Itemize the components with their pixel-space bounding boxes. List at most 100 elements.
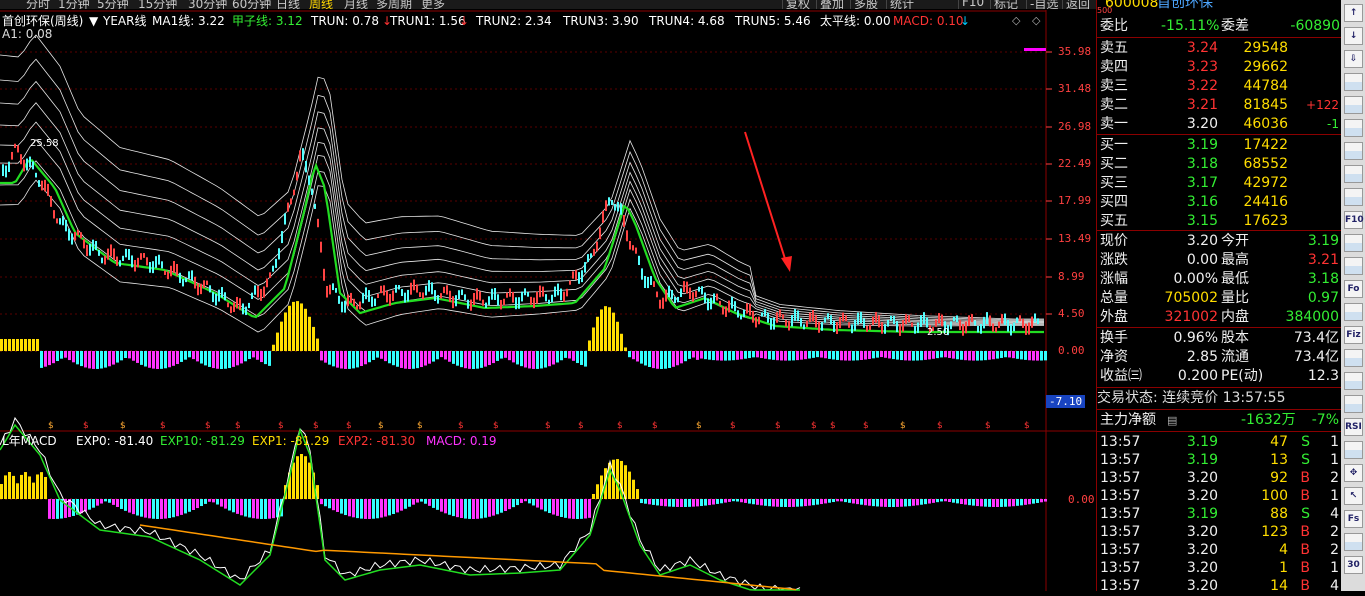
macd-legend: L年MACD EXP0: -81.40 EXP10: -81.29 EXP1: -8… bbox=[0, 433, 1046, 449]
macd-bar bbox=[616, 321, 619, 351]
macd2-bar bbox=[760, 499, 763, 506]
candle bbox=[926, 317, 928, 328]
tick-row[interactable]: 13:57 3.19 47 S 1 bbox=[1097, 433, 1342, 452]
list-icon[interactable]: ▤ bbox=[1167, 411, 1177, 430]
tick-row[interactable]: 13:57 3.19 13 S 1 bbox=[1097, 451, 1342, 470]
candle bbox=[752, 310, 754, 323]
stat-row[interactable]: 净资 2.85 流通 73.4亿 bbox=[1097, 348, 1342, 367]
stat-row[interactable]: 总量 705002 量比 0.97 bbox=[1097, 289, 1342, 308]
stat-row[interactable]: 涨跌 0.00 最高 3.21 bbox=[1097, 251, 1342, 270]
toolbar-icon[interactable]: ↖ bbox=[1344, 487, 1363, 505]
tick-row[interactable]: 13:57 3.20 100 B 1 bbox=[1097, 487, 1342, 506]
tick-count: 2 bbox=[1330, 524, 1339, 540]
macd-bar bbox=[76, 351, 79, 365]
toolbar-icon[interactable] bbox=[1344, 372, 1363, 390]
candle bbox=[599, 227, 601, 240]
macd-bar bbox=[932, 351, 935, 359]
ask-row[interactable]: 卖三 3.22 44784 bbox=[1097, 77, 1342, 96]
toolbar-icon[interactable] bbox=[1344, 441, 1363, 459]
tick-row[interactable]: 13:57 3.20 1 B 1 bbox=[1097, 559, 1342, 578]
kline-chart[interactable]: $ $ $ $ $ $ $ $ $ $ $ $ $ $ $ $ $ $ $ $ $ $ $ $ $ $ $25.582.50◇ ◇ bbox=[0, 0, 1096, 591]
stat-row[interactable]: 外盘 321002 内盘 384000 bbox=[1097, 308, 1342, 327]
price-axis-label: 26.98 bbox=[1058, 120, 1092, 133]
bid-row[interactable]: 买一 3.19 17422 bbox=[1097, 136, 1342, 155]
indicator-name[interactable]: YEAR线 bbox=[103, 13, 146, 29]
stat-row[interactable]: 换手 0.96% 股本 73.4亿 bbox=[1097, 329, 1342, 348]
candle bbox=[965, 321, 967, 334]
macd2-bar bbox=[72, 499, 75, 516]
candle bbox=[410, 282, 412, 295]
macd-bar bbox=[232, 351, 235, 367]
divider bbox=[1097, 230, 1342, 231]
toolbar-icon[interactable]: ↓ bbox=[1344, 27, 1363, 45]
macd-title[interactable]: L年MACD bbox=[2, 433, 57, 449]
toolbar-icon[interactable]: 30 bbox=[1344, 556, 1363, 574]
toolbar-icon[interactable]: RSI bbox=[1344, 418, 1363, 436]
macd-bar bbox=[136, 351, 139, 363]
macd-bar bbox=[752, 351, 755, 358]
macd-bar bbox=[728, 351, 731, 361]
legend-expand-icon[interactable]: ▼ bbox=[89, 13, 98, 29]
ask-row[interactable]: 卖一 3.20 46036 -1 bbox=[1097, 115, 1342, 134]
tick-row[interactable]: 13:57 3.20 4 B 2 bbox=[1097, 541, 1342, 560]
macd2-bar bbox=[924, 499, 927, 505]
ask-row[interactable]: 卖二 3.21 81845 +122 bbox=[1097, 96, 1342, 115]
candle bbox=[320, 241, 322, 253]
bid-row[interactable]: 买三 3.17 42972 bbox=[1097, 174, 1342, 193]
toolbar-icon[interactable] bbox=[1344, 533, 1363, 551]
ask-row[interactable]: 卖五 3.24 29548 bbox=[1097, 39, 1342, 58]
candle bbox=[275, 258, 277, 268]
macd2-bar bbox=[580, 499, 583, 519]
toolbar-icon[interactable]: Fo bbox=[1344, 280, 1363, 298]
toolbar-icon[interactable] bbox=[1344, 96, 1363, 114]
stat-row[interactable]: 涨幅 0.00% 最低 3.18 bbox=[1097, 270, 1342, 289]
toolbar-icon[interactable] bbox=[1344, 257, 1363, 275]
bid-row[interactable]: 买四 3.16 24416 bbox=[1097, 193, 1342, 212]
candle bbox=[539, 285, 541, 298]
toolbar-icon[interactable] bbox=[1344, 188, 1363, 206]
candle bbox=[59, 218, 61, 225]
macd-bar bbox=[216, 351, 219, 369]
toolbar-icon[interactable] bbox=[1344, 73, 1363, 91]
toolbar-icon[interactable] bbox=[1344, 119, 1363, 137]
stat-label: 量比 bbox=[1221, 290, 1249, 306]
macd2-bar bbox=[560, 499, 563, 517]
macd-bar bbox=[692, 351, 695, 358]
macd-bar bbox=[624, 347, 627, 351]
ask-row[interactable]: 卖四 3.23 29662 bbox=[1097, 58, 1342, 77]
toolbar-icon[interactable]: F10 bbox=[1344, 211, 1364, 229]
candle bbox=[8, 161, 10, 172]
toolbar-icon[interactable] bbox=[1344, 165, 1363, 183]
macd2-bar bbox=[836, 499, 839, 502]
toolbar-icon[interactable] bbox=[1344, 234, 1363, 252]
macd-bar bbox=[364, 351, 367, 365]
macd2-bar bbox=[120, 499, 123, 509]
candle bbox=[323, 268, 325, 281]
tick-time: 13:57 bbox=[1100, 470, 1141, 486]
main-flow-row[interactable]: 主力净额 ▤ -1632万 -7% bbox=[1097, 411, 1342, 430]
macd-bar bbox=[660, 351, 663, 369]
macd2-bar bbox=[676, 499, 679, 507]
toolbar-icon[interactable]: ↑ bbox=[1344, 4, 1363, 22]
toolbar-icon[interactable]: Fiz bbox=[1344, 326, 1363, 344]
toolbar-icon[interactable] bbox=[1344, 395, 1363, 413]
toolbar-icon[interactable] bbox=[1344, 349, 1363, 367]
bid-row[interactable]: 买二 3.18 68552 bbox=[1097, 155, 1342, 174]
stat-row[interactable]: 收益㈢ 0.200 PE(动) 12.3 bbox=[1097, 367, 1342, 386]
candle bbox=[1016, 317, 1018, 324]
macd-bar bbox=[664, 351, 667, 369]
bid-row[interactable]: 买五 3.15 17623 bbox=[1097, 212, 1342, 231]
stat-row[interactable]: 现价 3.20 今开 3.19 bbox=[1097, 232, 1342, 251]
candle bbox=[407, 289, 409, 302]
toolbar-icon[interactable]: ⇩ bbox=[1344, 50, 1363, 68]
toolbar-icon[interactable]: Fs bbox=[1344, 510, 1363, 528]
tick-row[interactable]: 13:57 3.20 92 B 2 bbox=[1097, 469, 1342, 488]
tick-row[interactable]: 13:57 3.20 123 B 2 bbox=[1097, 523, 1342, 542]
toolbar-icon[interactable]: ✥ bbox=[1344, 464, 1363, 482]
tick-row[interactable]: 13:57 3.19 88 S 4 bbox=[1097, 505, 1342, 524]
macd-bar bbox=[84, 351, 87, 368]
tick-row[interactable]: 13:57 3.20 14 B 4 bbox=[1097, 577, 1342, 596]
divider bbox=[1097, 37, 1342, 38]
toolbar-icon[interactable] bbox=[1344, 142, 1363, 160]
toolbar-icon[interactable] bbox=[1344, 303, 1363, 321]
